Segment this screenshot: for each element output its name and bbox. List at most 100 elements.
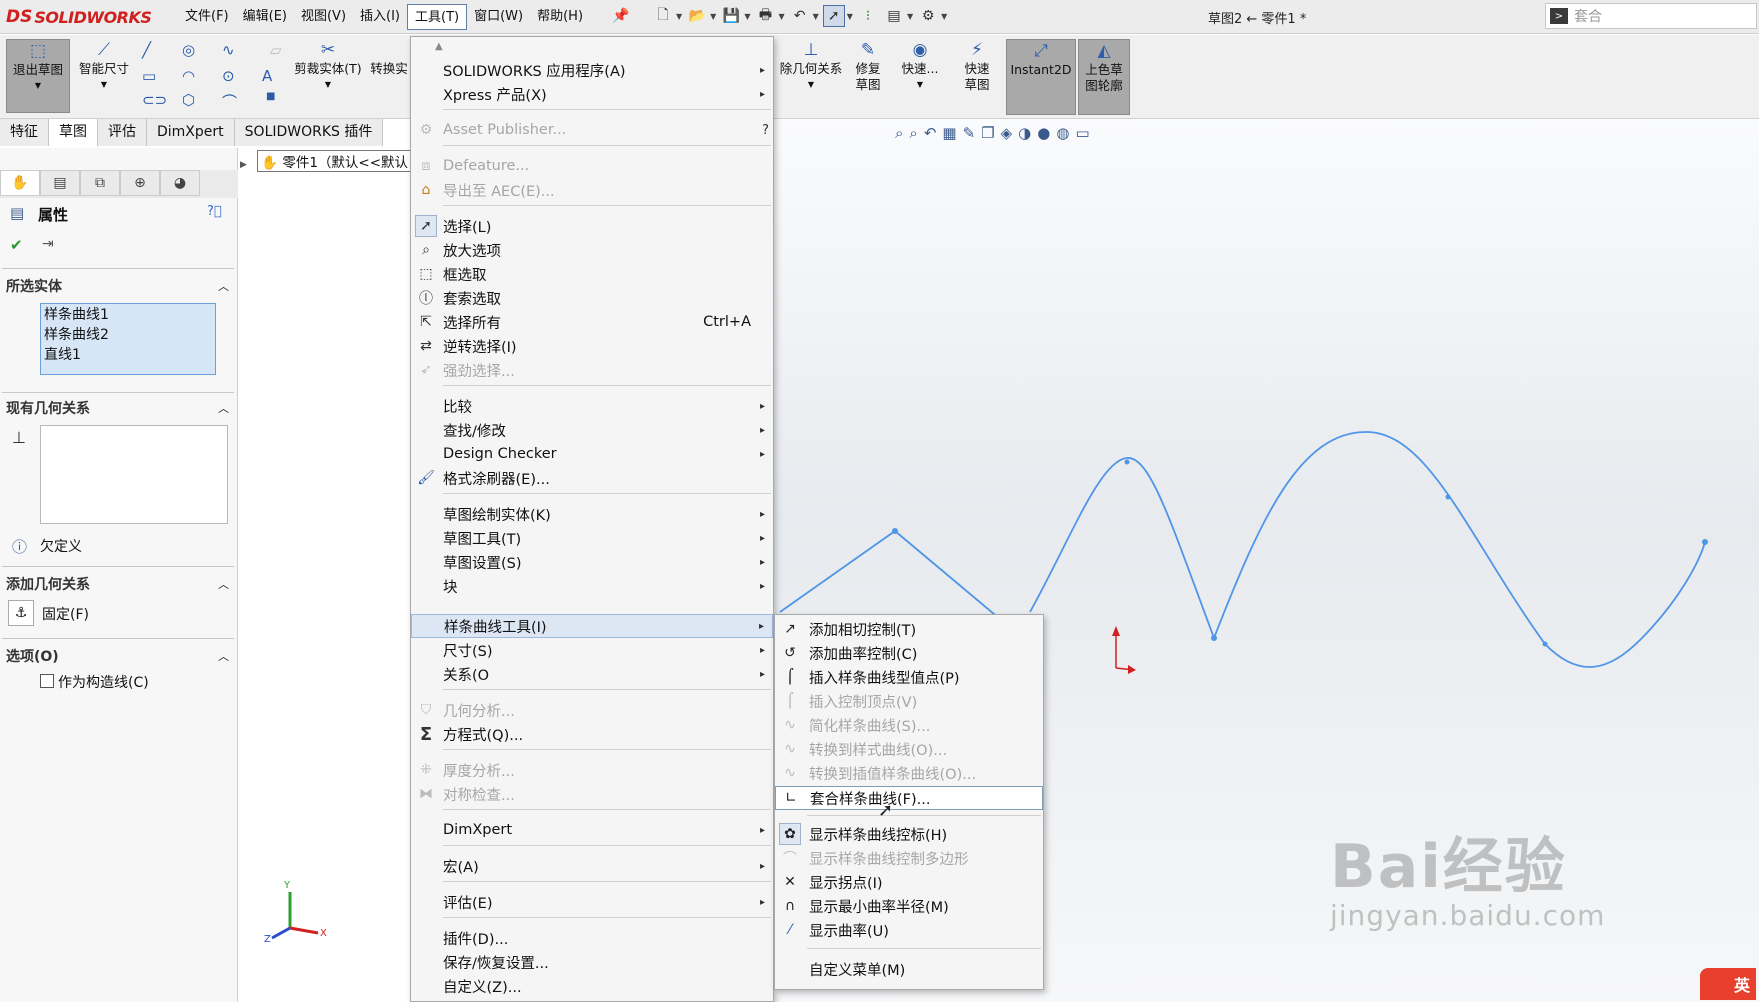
origin-icon [1112,626,1136,674]
submenu-item-show-curvature[interactable]: ⁄ 显示曲率(U) [775,918,1043,942]
existing-relations-list[interactable] [40,425,228,524]
feature-manager-icon[interactable]: ✋ [0,170,40,196]
menu-item-relations[interactable]: 关系(O ▸ [411,662,773,686]
submenu-item-customize-menu[interactable]: 自定义菜单(M) [775,957,1043,981]
triad-y-label: Y [284,880,291,891]
spline-point [1702,539,1708,545]
menu-separator [443,917,771,918]
shortcut-text: Ctrl+A [703,314,751,330]
menu-item-box-select[interactable]: ⬚ 框选取 [411,262,773,286]
display-manager-icon[interactable]: ◕ [160,170,200,196]
construction-checkbox[interactable] [40,674,54,688]
selected-entities-list[interactable]: 样条曲线1 样条曲线2 直线1 [40,303,216,375]
collapse-chevron-icon[interactable]: ︿ [218,400,229,416]
menu-item-sketch-tools[interactable]: 草图工具(T) ▸ [411,526,773,550]
spline-point [1542,641,1548,647]
submenu-item-convert-to-interpolated-spline[interactable]: ∿ 转换到插值样条曲线(O)... [775,761,1043,785]
fix-relation-icon[interactable]: ⚓ [8,600,34,626]
menu-item-customize[interactable]: 自定义(Z)... [411,974,773,998]
menu-item-sketch-entities[interactable]: 草图绘制实体(K) ▸ [411,502,773,526]
fix-relation-label[interactable]: 固定(F) [42,604,89,624]
submenu-item-insert-spline-point[interactable]: ⌠ 插入样条曲线型值点(P) [775,665,1043,689]
menu-item-format-painter[interactable]: 🖌 格式涂刷器(E)... [411,466,773,490]
divider [2,566,234,567]
properties-icon: ▤ [10,204,25,222]
help-icon[interactable]: ?⃝ [207,204,222,219]
submenu-item-add-curvature-control[interactable]: ↺ 添加曲率控制(C) [775,641,1043,665]
push-pin-icon[interactable]: ⇥ [42,236,54,252]
collapse-chevron-icon[interactable]: ︿ [218,648,229,664]
menu-item-compare[interactable]: 比较 ▸ [411,394,773,418]
curvature-comb-icon: ⁄ [788,922,792,938]
submenu-item-show-control-polygon[interactable]: ⌒ 显示样条曲线控制多边形 [775,846,1043,870]
flyout-feature-tree[interactable]: ▶ ✋ 零件1（默认<<默认 [240,150,412,178]
inflection-points-icon: ✕ [784,874,796,890]
menu-item-export-aec[interactable]: ⌂ 导出至 AEC(E)... [411,178,773,202]
menu-item-evaluate[interactable]: 评估(E) ▸ [411,890,773,914]
menu-item-find-modify[interactable]: 查找/修改 ▸ [411,418,773,442]
menu-item-geometry-analysis[interactable]: ⛉ 几何分析... [411,698,773,722]
submenu-item-show-spline-handles[interactable]: ✿ 显示样条曲线控标(H) [775,822,1043,846]
configuration-manager-icon[interactable]: ⧉ [80,170,120,196]
property-manager-icon[interactable]: ▤ [40,170,80,196]
submenu-arrow-icon: ▸ [759,556,765,568]
menu-item-magnified-selection[interactable]: ⌕ 放大选项 [411,238,773,262]
list-item[interactable]: 样条曲线1 [44,305,212,325]
submenu-item-show-inflection-points[interactable]: ✕ 显示拐点(I) [775,870,1043,894]
menu-item-lasso-select[interactable]: ⓛ 套索选取 [411,286,773,310]
magnify-icon: ⌕ [422,242,430,258]
menu-item-save-restore-settings[interactable]: 保存/恢复设置... [411,950,773,974]
submenu-arrow-icon: ▸ [759,532,765,544]
expand-arrow-icon[interactable]: ▶ [240,160,247,170]
menu-item-dimensions[interactable]: 尺寸(S) ▸ [411,638,773,662]
submenu-item-fit-spline[interactable]: ∟ 套合样条曲线(F)... [775,786,1043,810]
submenu-item-simplify-spline[interactable]: ∿ 简化样条曲线(S)... [775,713,1043,737]
submenu-arrow-icon: ▸ [759,860,765,872]
menu-item-sketch-settings[interactable]: 草图设置(S) ▸ [411,550,773,574]
menu-item-spline-tools[interactable]: 样条曲线工具(I) ▸ [411,614,773,638]
menu-item-thickness-analysis[interactable]: ⁜ 厚度分析... [411,758,773,782]
menu-item-select[interactable]: ➚ 选择(L) [411,214,773,238]
menu-item-equations[interactable]: Σ 方程式(Q)... [411,722,773,746]
selected-entities-title: 所选实体 [6,279,62,295]
collapse-chevron-icon[interactable]: ︿ [218,576,229,592]
ime-indicator[interactable]: 英 [1700,968,1756,1000]
control-vertex-icon: ⌠ [786,693,794,709]
scroll-up-icon[interactable]: ▲ [435,41,443,52]
menu-item-xpress[interactable]: Xpress 产品(X) ▸ [411,82,773,106]
menu-item-symmetry-check[interactable]: ⧓ 对称检查... [411,782,773,806]
menu-separator [443,109,771,110]
submenu-arrow-icon: ▸ [758,620,764,632]
part-label: 零件1（默认<<默认 [282,155,409,171]
menu-item-dimxpert[interactable]: DimXpert ▸ [411,818,773,842]
help-icon[interactable]: ? [762,123,769,138]
thickness-analysis-icon: ⁜ [420,762,432,778]
tools-menu: ▲ SOLIDWORKS 应用程序(A) ▸ Xpress 产品(X) ▸ ⚙ Ass… [410,36,774,1002]
menu-item-power-select[interactable]: ➶ 强劲选择... [411,358,773,382]
part-node[interactable]: ✋ 零件1（默认<<默认 [257,150,412,172]
collapse-chevron-icon[interactable]: ︿ [218,278,229,294]
menu-item-addins[interactable]: 插件(D)... [411,926,773,950]
submenu-item-show-min-radius[interactable]: ∩ 显示最小曲率半径(M) [775,894,1043,918]
divider [2,638,234,639]
list-item[interactable]: 直线1 [44,345,212,365]
menu-item-invert-selection[interactable]: ⇄ 逆转选择(I) [411,334,773,358]
menu-item-asset-publisher[interactable]: ⚙ Asset Publisher...? [411,118,773,142]
submenu-item-convert-to-style-spline[interactable]: ∿ 转换到样式曲线(O)... [775,737,1043,761]
style-spline-icon: ∿ [784,741,796,757]
menu-item-design-checker[interactable]: Design Checker ▸ [411,442,773,466]
menu-item-defeature[interactable]: ⧈ Defeature... [411,154,773,178]
ok-check-icon[interactable]: ✔ [10,236,23,254]
menu-item-macro[interactable]: 宏(A) ▸ [411,854,773,878]
menu-separator [443,845,771,846]
menu-item-select-all[interactable]: ⇱ 选择所有 Ctrl+A [411,310,773,334]
menu-separator [443,205,771,206]
manager-tabs: ✋ ▤ ⧉ ⊕ ◕ [0,170,238,198]
submenu-item-insert-control-vertex[interactable]: ⌠ 插入控制顶点(V) [775,689,1043,713]
dimxpert-manager-icon[interactable]: ⊕ [120,170,160,196]
menu-item-blocks[interactable]: 块 ▸ [411,574,773,598]
menu-item-solidworks-apps[interactable]: SOLIDWORKS 应用程序(A) ▸ [411,58,773,82]
submenu-item-add-tangency-control[interactable]: ↗ 添加相切控制(T) [775,617,1043,641]
menu-separator [443,689,771,690]
list-item[interactable]: 样条曲线2 [44,325,212,345]
